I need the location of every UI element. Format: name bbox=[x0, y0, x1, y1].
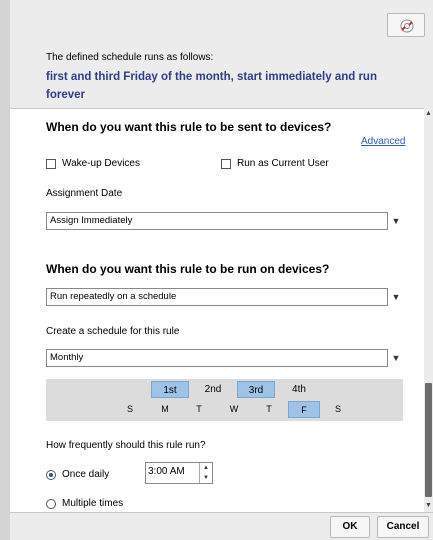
help-button[interactable] bbox=[387, 13, 425, 37]
wakeup-devices-label: Wake-up Devices bbox=[62, 158, 140, 169]
schedule-summary: first and third Friday of the month, sta… bbox=[46, 71, 377, 101]
triangle-down-icon[interactable]: ▼ bbox=[390, 288, 402, 306]
day-saturday-button[interactable]: S bbox=[322, 401, 354, 418]
week-4th-button[interactable]: 4th bbox=[280, 381, 318, 398]
how-often-label: How frequently should this rule run? bbox=[46, 440, 206, 451]
day-wednesday-button[interactable]: W bbox=[218, 401, 250, 418]
wakeup-devices-checkbox[interactable] bbox=[46, 158, 56, 169]
scroll-down-icon[interactable]: ▼ bbox=[424, 500, 433, 512]
run-as-user-option[interactable]: Run as Current User bbox=[221, 158, 329, 169]
schedule-label: Create a schedule for this rule bbox=[46, 326, 180, 337]
assignment-date-label: Assignment Date bbox=[46, 188, 123, 199]
vertical-scrollbar[interactable]: ▲ ▼ bbox=[424, 108, 433, 512]
run-as-user-label: Run as Current User bbox=[237, 158, 329, 169]
once-daily-label: Once daily bbox=[62, 469, 110, 480]
day-monday-button[interactable]: M bbox=[149, 401, 181, 418]
frequency-select[interactable]: Monthly bbox=[46, 349, 388, 367]
send-heading: When do you want this rule to be sent to… bbox=[46, 120, 332, 134]
summary-intro: The defined schedule runs as follows: bbox=[46, 52, 214, 63]
once-daily-radio[interactable] bbox=[46, 469, 56, 480]
assignment-date-select[interactable]: Assign Immediately bbox=[46, 212, 388, 230]
scroll-up-icon[interactable]: ▲ bbox=[424, 108, 433, 120]
ok-button[interactable]: OK bbox=[330, 516, 370, 538]
cancel-button[interactable]: Cancel bbox=[377, 516, 429, 538]
day-thursday-button[interactable]: T bbox=[253, 401, 285, 418]
dialog-footer: OK Cancel bbox=[10, 512, 433, 540]
dialog-toolbar bbox=[10, 0, 433, 44]
multiple-times-radio[interactable] bbox=[46, 498, 56, 509]
day-sunday-button[interactable]: S bbox=[114, 401, 146, 418]
rule-settings-panel: When do you want this rule to be sent to… bbox=[10, 108, 433, 513]
multiple-times-label: Multiple times bbox=[62, 498, 124, 509]
triangle-down-icon[interactable]: ▼ bbox=[390, 212, 402, 230]
wakeup-devices-option[interactable]: Wake-up Devices bbox=[46, 158, 140, 169]
time-value: 3:00 AM bbox=[148, 466, 185, 477]
week-day-picker: 1st 2nd 3rd 4th S M T W T F S bbox=[46, 379, 403, 421]
help-lifebuoy-icon bbox=[400, 19, 414, 33]
run-as-user-checkbox[interactable] bbox=[221, 158, 231, 169]
run-heading: When do you want this rule to be run on … bbox=[46, 262, 330, 276]
run-mode-select[interactable]: Run repeatedly on a schedule bbox=[46, 288, 388, 306]
scrollbar-thumb[interactable] bbox=[425, 383, 432, 497]
multiple-times-option[interactable]: Multiple times bbox=[46, 498, 123, 509]
triangle-down-icon[interactable]: ▼ bbox=[390, 349, 402, 367]
once-daily-option[interactable]: Once daily bbox=[46, 469, 109, 480]
week-3rd-button[interactable]: 3rd bbox=[237, 381, 275, 398]
advanced-link[interactable]: Advanced bbox=[361, 136, 405, 147]
day-friday-button[interactable]: F bbox=[288, 401, 320, 418]
time-stepper[interactable]: 3:00 AM ▲ ▼ bbox=[145, 462, 213, 484]
time-up-icon[interactable]: ▲ bbox=[200, 463, 212, 473]
week-2nd-button[interactable]: 2nd bbox=[194, 381, 232, 398]
schedule-dialog: The defined schedule runs as follows: fi… bbox=[10, 0, 433, 540]
time-down-icon[interactable]: ▼ bbox=[200, 473, 212, 483]
day-tuesday-button[interactable]: T bbox=[183, 401, 215, 418]
week-1st-button[interactable]: 1st bbox=[151, 381, 189, 398]
